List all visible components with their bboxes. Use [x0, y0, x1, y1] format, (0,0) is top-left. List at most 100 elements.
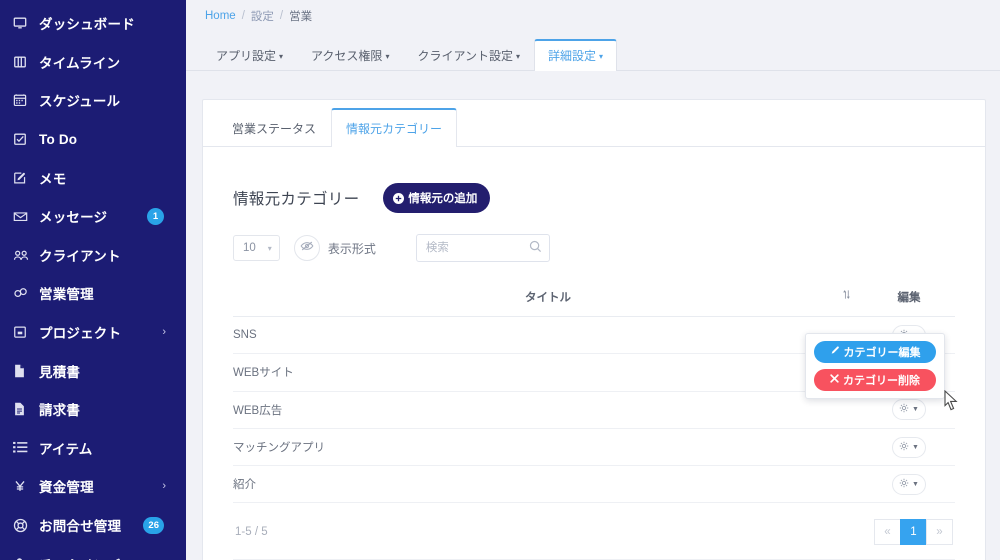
tab-label: 詳細設定	[548, 48, 597, 63]
sidebar-item-label: クライアント	[39, 248, 121, 264]
sidebar-item-label: ダッシュボード	[39, 17, 135, 33]
edit-category-button[interactable]: カテゴリー編集	[814, 341, 936, 363]
tab-app-settings[interactable]: アプリ設定 ▾	[202, 39, 297, 71]
gear-icon	[899, 403, 909, 416]
tab-access-permissions[interactable]: アクセス権限 ▾	[297, 39, 403, 71]
tab-label: アクセス権限	[311, 48, 383, 63]
content-card: 営業ステータス 情報元カテゴリー 情報元カテゴリー 情報元の追加 10 ▾ 表示…	[202, 99, 986, 560]
tab-label: クライアント設定	[417, 48, 513, 63]
sidebar-item-label: アイテム	[39, 441, 93, 457]
sidebar-item-schedule[interactable]: スケジュール	[0, 81, 186, 120]
plus-circle-icon	[393, 192, 405, 204]
users-icon	[13, 248, 35, 262]
table-head: タイトル 編集	[233, 279, 955, 317]
calendar-icon	[13, 93, 35, 107]
chevron-down-icon: ▼	[912, 480, 919, 488]
sidebar-item-label: メッセージ	[39, 210, 108, 226]
gear-icon	[899, 441, 909, 454]
sidebar: ダッシュボード タイムライン スケジュール To Do メモ メッセージ 1 ク…	[0, 0, 186, 560]
sidebar-item-item[interactable]: アイテム	[0, 429, 186, 468]
sales-icon	[13, 286, 35, 300]
sidebar-item-client[interactable]: クライアント	[0, 236, 186, 275]
pagination-next-button[interactable]: »	[926, 519, 953, 546]
sidebar-item-project[interactable]: プロジェクト ›	[0, 313, 186, 352]
sidebar-item-todo[interactable]: To Do	[0, 120, 186, 159]
sidebar-item-memo[interactable]: メモ	[0, 158, 186, 197]
list-icon	[13, 441, 35, 454]
sidebar-item-label: タイムライン	[39, 55, 121, 71]
edit-category-label: カテゴリー編集	[843, 347, 921, 359]
row-context-menu: カテゴリー編集 カテゴリー削除	[805, 333, 945, 399]
sidebar-item-message[interactable]: メッセージ 1	[0, 197, 186, 236]
sort-updown-icon[interactable]	[842, 289, 851, 303]
cell-title: WEB広告	[233, 391, 863, 429]
delete-category-label: カテゴリー削除	[843, 375, 920, 387]
sidebar-item-label: スケジュール	[39, 94, 121, 110]
sidebar-item-team[interactable]: チームメンバー	[0, 544, 186, 560]
page-length-select[interactable]: 10 ▾	[233, 235, 280, 261]
sidebar-item-label: 資金管理	[39, 480, 94, 496]
breadcrumb-current: 営業	[289, 10, 313, 23]
yen-icon	[13, 479, 35, 493]
briefcase-icon	[13, 325, 35, 339]
chevron-right-icon: ›	[162, 479, 166, 492]
page-title: 情報元カテゴリー	[233, 191, 360, 208]
cell-title: WEBサイト	[233, 353, 863, 392]
chevron-down-icon: ▾	[267, 243, 272, 253]
pencil-icon	[830, 345, 840, 359]
pagination-page-1[interactable]: 1	[900, 519, 927, 546]
delete-category-button[interactable]: カテゴリー削除	[814, 369, 936, 391]
close-x-icon	[830, 374, 839, 386]
add-source-button[interactable]: 情報元の追加	[383, 183, 491, 213]
tab-client-settings[interactable]: クライアント設定 ▾	[403, 39, 534, 71]
sidebar-item-invoice[interactable]: 請求書	[0, 390, 186, 429]
eye-slash-toggle-button[interactable]	[293, 235, 320, 261]
person-icon	[13, 557, 35, 560]
sidebar-item-support[interactable]: お問合せ管理 26	[0, 506, 186, 545]
sidebar-item-estimate[interactable]: 見積書	[0, 351, 186, 390]
cell-title: 紹介	[233, 465, 863, 504]
row-action-button[interactable]: ▼	[892, 436, 926, 458]
add-source-button-label: 情報元の追加	[408, 193, 478, 205]
page-length-value: 10	[243, 242, 256, 254]
column-header-title[interactable]: タイトル	[233, 279, 863, 317]
table-row[interactable]: 紹介 ▼	[233, 465, 955, 504]
table-footer: 1-5 / 5 « 1 »	[233, 503, 955, 560]
pagination-prev-button[interactable]: «	[874, 519, 901, 546]
timeline-icon	[13, 55, 35, 69]
sidebar-item-label: お問合せ管理	[39, 519, 122, 535]
chevron-down-icon: ▾	[599, 51, 604, 61]
sidebar-item-dashboard[interactable]: ダッシュボード	[0, 4, 186, 43]
row-action-button[interactable]: ▼	[892, 473, 926, 495]
row-action-button[interactable]: ▼	[892, 399, 926, 421]
breadcrumb-settings[interactable]: 設定	[251, 8, 274, 24]
app-root: ダッシュボード タイムライン スケジュール To Do メモ メッセージ 1 ク…	[0, 0, 1000, 560]
cell-edit: ▼	[863, 428, 955, 467]
chevron-down-icon: ▾	[279, 51, 284, 61]
tab-advanced-settings[interactable]: 詳細設定 ▾	[534, 38, 618, 71]
title-row: 情報元カテゴリー 情報元の追加	[233, 183, 955, 213]
inner-tab-bar: 営業ステータス 情報元カテゴリー	[203, 100, 985, 147]
table-row[interactable]: マッチングアプリ ▼	[233, 428, 955, 467]
cell-title: マッチングアプリ	[233, 428, 863, 467]
gear-icon	[899, 478, 909, 491]
sidebar-item-sales[interactable]: 営業管理	[0, 274, 186, 313]
tab-sales-status[interactable]: 営業ステータス	[217, 108, 331, 147]
main-area: Home / 設定 / 営業 アプリ設定 ▾ アクセス権限 ▾ クライアント設定 ▾ …	[186, 0, 1000, 560]
search-wrapper	[415, 234, 550, 262]
document-icon	[13, 364, 35, 378]
chevron-down-icon: ▼	[912, 443, 919, 451]
sidebar-item-label: プロジェクト	[39, 326, 122, 342]
chevron-right-icon: ›	[162, 325, 166, 338]
breadcrumb-home[interactable]: Home	[205, 10, 236, 22]
sidebar-item-timeline[interactable]: タイムライン	[0, 43, 186, 82]
display-format-label: 表示形式	[327, 241, 376, 256]
chevron-down-icon: ▼	[912, 406, 919, 414]
table-header-row: タイトル 編集	[233, 279, 955, 317]
sidebar-item-funds[interactable]: 資金管理 ›	[0, 467, 186, 506]
tab-source-category[interactable]: 情報元カテゴリー	[331, 108, 458, 147]
pagination-info: 1-5 / 5	[235, 526, 268, 539]
pagination: « 1 »	[874, 519, 953, 546]
breadcrumb-separator: /	[279, 9, 284, 22]
search-input[interactable]	[415, 234, 550, 262]
